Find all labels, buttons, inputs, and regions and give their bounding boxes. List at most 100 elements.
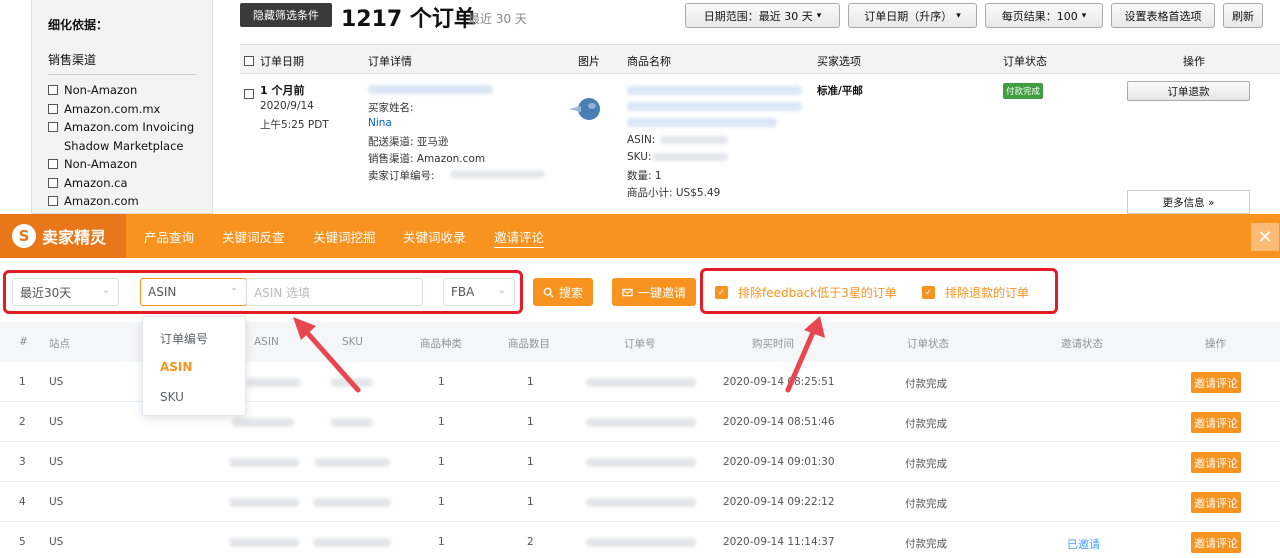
buyer-name-link[interactable]: Nina xyxy=(368,117,392,129)
row-time: 2020-09-14 09:22:12 xyxy=(723,496,835,508)
row-time: 2020-09-14 08:25:51 xyxy=(723,376,835,388)
order-time: 上午5:25 PDT xyxy=(260,119,329,131)
quantity: 数量: 1 xyxy=(627,170,662,182)
product-thumbnail[interactable] xyxy=(567,96,607,122)
recent-range-label: 最近 30 天 xyxy=(468,12,527,26)
redacted-asin xyxy=(229,498,299,507)
chevron-down-icon: ▾ xyxy=(956,10,961,21)
row-time: 2020-09-14 11:14:37 xyxy=(723,536,835,548)
invite-review-button[interactable]: 邀请评论 xyxy=(1191,492,1241,513)
channel-option[interactable]: Amazon.com Invoicing Shadow Marketplace xyxy=(48,118,208,155)
redacted-order-id xyxy=(586,538,696,547)
row-site: US xyxy=(49,536,64,548)
row-invite-status[interactable]: 已邀请 xyxy=(1067,536,1100,552)
invite-review-button[interactable]: 邀请评论 xyxy=(1191,532,1241,553)
redacted-product-title xyxy=(627,86,802,95)
col-count: 商品数目 xyxy=(508,338,550,350)
highlight-box xyxy=(700,268,1058,314)
table-row: 4 US 1 1 2020-09-14 09:22:12 付款完成 邀请评论 xyxy=(0,482,1280,522)
checkbox[interactable] xyxy=(48,85,58,95)
col-order-id: 订单号 xyxy=(624,338,656,350)
row-count: 1 xyxy=(527,416,534,428)
per-page-select[interactable]: 每页结果：100 ▾ xyxy=(985,3,1103,28)
channel-option[interactable]: Amazon.ca xyxy=(48,174,212,193)
nav-reverse-keyword[interactable]: 关键词反查 xyxy=(222,214,285,258)
nav-keyword-index[interactable]: 关键词收录 xyxy=(403,214,466,258)
checkbox[interactable] xyxy=(48,177,58,188)
redacted-sku xyxy=(313,538,391,547)
row-status: 付款完成 xyxy=(905,418,947,430)
row-count: 1 xyxy=(527,376,534,388)
item-subtotal: 商品小计: US$5.49 xyxy=(627,187,721,199)
col-action: 操作 xyxy=(1205,338,1226,350)
mail-icon xyxy=(622,288,633,296)
dropdown-option-asin[interactable]: ASIN xyxy=(160,360,192,374)
col-order-status: 订单状态 xyxy=(907,338,949,350)
checkbox[interactable] xyxy=(48,103,58,114)
invite-review-button[interactable]: 邀请评论 xyxy=(1191,412,1241,433)
plugin-logo: S 卖家精灵 xyxy=(0,214,126,258)
channel-option[interactable]: Amazon.com.mx xyxy=(48,100,212,119)
row-status: 付款完成 xyxy=(905,538,947,550)
row-kinds: 1 xyxy=(438,456,445,468)
channel-option[interactable]: Amazon.com xyxy=(48,192,212,211)
row-index: 4 xyxy=(19,496,26,508)
status-badge: 付款完成 xyxy=(1003,83,1044,99)
col-index: # xyxy=(19,336,28,348)
refresh-button[interactable]: 刷新 xyxy=(1223,3,1263,28)
more-info-button[interactable]: 更多信息 » xyxy=(1127,190,1250,214)
channel-option[interactable]: Non-Amazon xyxy=(48,81,212,100)
redacted-order-id xyxy=(586,498,696,507)
order-relative-date: 1 个月前 xyxy=(260,84,305,97)
col-order-date[interactable]: 订单日期 xyxy=(260,53,304,69)
sales-channel: 销售渠道: Amazon.com xyxy=(368,153,486,165)
redacted-seller-order-id xyxy=(450,170,545,178)
table-preferences-button[interactable]: 设置表格首选项 xyxy=(1111,3,1215,28)
col-invite-status: 邀请状态 xyxy=(1061,338,1103,350)
hide-filters-button[interactable]: 隐藏筛选条件 xyxy=(240,3,332,27)
search-label: 搜索 xyxy=(558,285,583,300)
table-row: 5 US 1 2 2020-09-14 11:14:37 付款完成 已邀请 邀请… xyxy=(0,522,1280,558)
select-all-checkbox[interactable] xyxy=(244,56,254,66)
sort-select[interactable]: 订单日期（升序） ▾ xyxy=(848,3,977,28)
close-icon[interactable]: ✕ xyxy=(1251,223,1279,251)
row-status: 付款完成 xyxy=(905,498,947,510)
order-date: 2020/9/14 xyxy=(260,100,314,112)
invite-review-button[interactable]: 邀请评论 xyxy=(1191,452,1241,473)
col-image: 图片 xyxy=(578,55,600,68)
col-actions: 操作 xyxy=(1183,55,1205,68)
dropdown-option-order-id[interactable]: 订单编号 xyxy=(160,330,208,347)
col-site: 站点 xyxy=(49,338,70,350)
plugin-navbar: S 卖家精灵 产品查询 关键词反查 关键词挖掘 关键词收录 邀请评论 ✕ xyxy=(0,214,1280,258)
nav-keyword-mining[interactable]: 关键词挖掘 xyxy=(313,214,376,258)
row-index: 1 xyxy=(19,376,26,388)
channel-option[interactable]: Non-Amazon xyxy=(48,155,212,174)
dropdown-option-sku[interactable]: SKU xyxy=(160,390,184,404)
redacted-asin xyxy=(232,418,294,427)
redacted-sku xyxy=(315,458,390,467)
row-index: 5 xyxy=(19,536,26,548)
row-kinds: 1 xyxy=(438,416,445,428)
sales-channel-heading: 销售渠道 xyxy=(48,51,196,75)
refund-button[interactable]: 订单退款 xyxy=(1127,81,1250,101)
invite-review-button[interactable]: 邀请评论 xyxy=(1191,372,1241,393)
search-button[interactable]: 搜索 xyxy=(533,278,593,306)
invite-all-button[interactable]: 一键邀请 xyxy=(612,278,696,306)
row-checkbox[interactable] xyxy=(244,89,254,99)
row-index: 3 xyxy=(19,456,26,468)
row-index: 2 xyxy=(19,416,26,428)
checkbox[interactable] xyxy=(48,122,58,132)
sku-label: SKU: xyxy=(627,151,652,163)
checkbox[interactable] xyxy=(48,159,58,169)
nav-invite-review[interactable]: 邀请评论 xyxy=(494,214,544,258)
col-order-status: 订单状态 xyxy=(1003,55,1047,68)
brand-name: 卖家精灵 xyxy=(42,228,107,247)
checkbox[interactable] xyxy=(48,196,58,206)
row-site: US xyxy=(49,416,64,428)
invite-all-label: 一键邀请 xyxy=(637,285,686,300)
fulfillment-channel: 配送渠道: 亚马逊 xyxy=(368,136,449,148)
row-site: US xyxy=(49,456,64,468)
date-range-select[interactable]: 日期范围：最近 30 天 ▾ xyxy=(685,3,840,28)
nav-product-search[interactable]: 产品查询 xyxy=(144,214,194,258)
redacted-asin xyxy=(229,458,299,467)
